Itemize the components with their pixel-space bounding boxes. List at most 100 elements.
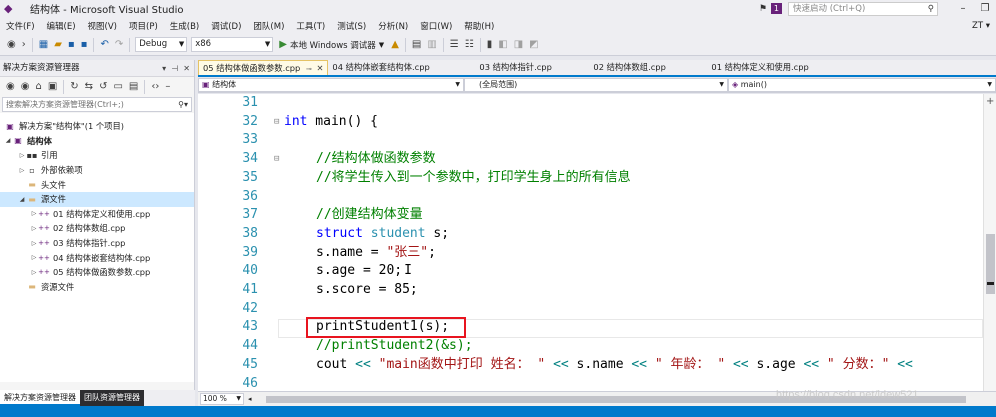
type-name: student: [370, 225, 426, 241]
expand-closed-icon[interactable]: ▷: [30, 269, 38, 276]
menu-file[interactable]: 文件(F): [0, 20, 41, 32]
member-select[interactable]: ◈ main() ▼: [728, 78, 996, 92]
quick-launch-input[interactable]: 快速启动 (Ctrl+Q) ⚲: [788, 1, 938, 16]
tab-file-02[interactable]: 02 结构体数组.cpp: [591, 60, 709, 75]
tab-team-explorer[interactable]: 团队资源管理器: [80, 390, 144, 406]
menu-analyze[interactable]: 分析(N): [372, 20, 414, 32]
expand-closed-icon[interactable]: ▷: [30, 210, 38, 217]
chevron-down-icon: ▼: [264, 40, 271, 48]
menu-project[interactable]: 项目(P): [123, 20, 164, 32]
home-icon[interactable]: ⌂: [32, 81, 44, 92]
menu-team[interactable]: 团队(M): [247, 20, 290, 32]
notification-flag-icon[interactable]: ⚑: [759, 4, 767, 14]
menu-tools[interactable]: 工具(T): [290, 20, 331, 32]
pin-icon[interactable]: ⊸: [306, 65, 312, 73]
expand-closed-icon[interactable]: ▷: [30, 254, 38, 261]
chevron-down-icon[interactable]: ▼: [379, 41, 384, 49]
global-scope-select[interactable]: (全局范围) ▼: [464, 78, 728, 92]
redo-icon[interactable]: ↷: [112, 39, 126, 50]
user-account-menu[interactable]: ZT ▾: [972, 21, 990, 31]
bookmark-icon[interactable]: ▮: [484, 39, 496, 50]
expand-closed-icon[interactable]: ▷: [18, 152, 26, 159]
collapse-all-icon[interactable]: ▭: [110, 81, 125, 92]
show-all-files-icon[interactable]: ▤: [126, 81, 141, 92]
new-project-icon[interactable]: ▦: [36, 39, 51, 50]
menu-window[interactable]: 窗口(W): [414, 20, 458, 32]
refresh-icon[interactable]: ↺: [96, 81, 110, 92]
keyword: int: [284, 113, 308, 129]
comment: //结构体做函数参数: [316, 151, 436, 167]
vertical-scrollbar[interactable]: +: [983, 94, 996, 391]
open-file-icon[interactable]: ▰: [51, 39, 65, 50]
collapse-icon[interactable]: ⊟: [274, 113, 279, 132]
menu-view[interactable]: 视图(V): [82, 20, 123, 32]
menu-build[interactable]: 生成(B): [164, 20, 205, 32]
notification-badge[interactable]: 1: [770, 3, 782, 14]
back-icon[interactable]: ◉: [3, 81, 18, 92]
expand-closed-icon[interactable]: ▷: [30, 225, 38, 232]
tab-label: 01 结构体定义和使用.cpp: [711, 62, 809, 72]
solution-search-input[interactable]: 搜索解决方案资源管理器(Ctrl+;) ⚲▾: [2, 97, 192, 112]
pending-changes-icon[interactable]: ↻: [67, 81, 81, 92]
tree-item-file[interactable]: ▷ ++ 03 结构体指针.cpp: [0, 236, 194, 251]
tree-item-file[interactable]: ▷ ++ 02 结构体数组.cpp: [0, 221, 194, 236]
solution-platform-select[interactable]: x86 ▼: [191, 37, 274, 52]
menu-help[interactable]: 帮助(H): [458, 20, 500, 32]
start-debugging-button[interactable]: ▶ 本地 Windows 调试器 ▼: [279, 39, 384, 51]
tree-item-header-files[interactable]: ▬ 头文件: [0, 177, 194, 192]
tree-item-project[interactable]: ◢ ▣ 结构体: [0, 134, 194, 149]
minimize-icon[interactable]: –: [952, 3, 974, 14]
project-scope-select[interactable]: ▣ 结构体 ▼: [198, 78, 464, 92]
tree-item-solution[interactable]: ▣ 解决方案"结构体"(1 个项目): [0, 119, 194, 134]
save-icon[interactable]: ▪: [65, 39, 78, 50]
undo-icon[interactable]: ↶: [97, 39, 111, 50]
tab-file-01[interactable]: 01 结构体定义和使用.cpp: [709, 60, 859, 75]
split-view-icon[interactable]: +: [986, 96, 994, 107]
view-code-icon[interactable]: ‹›: [148, 81, 162, 92]
expand-closed-icon[interactable]: ▷: [30, 240, 38, 247]
comment-icon[interactable]: ☰: [447, 39, 462, 50]
clear-bookmarks-icon[interactable]: ◩: [526, 39, 541, 50]
minus-icon[interactable]: –: [162, 81, 173, 92]
back-icon[interactable]: ◉: [4, 39, 19, 50]
navigation-bar: ▣ 结构体 ▼ (全局范围) ▼ ◈ main() ▼: [198, 78, 996, 93]
menu-test[interactable]: 测试(S): [331, 20, 372, 32]
menu-edit[interactable]: 编辑(E): [41, 20, 82, 32]
tree-item-file[interactable]: ▷ ++ 01 结构体定义和使用.cpp: [0, 207, 194, 222]
scroll-left-icon[interactable]: ◂: [248, 395, 252, 403]
tree-item-resource-files[interactable]: ▬ 资源文件: [0, 280, 194, 295]
menu-debug[interactable]: 调试(D): [205, 20, 247, 32]
code-editor[interactable]: 31 32 ⊟ int main() { 33 34 ⊟ //结构体做函数参数 35 //…: [198, 94, 983, 391]
tree-item-references[interactable]: ▷ ▪▪ 引用: [0, 148, 194, 163]
tree-item-source-files[interactable]: ◢ ▬ 源文件: [0, 191, 194, 207]
prev-bookmark-icon[interactable]: ◧: [495, 39, 510, 50]
sync-icon[interactable]: ⇆: [82, 81, 96, 92]
tab-file-03[interactable]: 03 结构体指针.cpp: [473, 60, 591, 75]
forward-icon[interactable]: ◉: [18, 81, 33, 92]
expand-open-icon[interactable]: ◢: [18, 196, 26, 203]
solution-configuration-select[interactable]: Debug ▼: [135, 37, 188, 52]
collapse-icon[interactable]: ⊟: [274, 150, 279, 169]
next-bookmark-icon[interactable]: ◨: [511, 39, 526, 50]
toggle-breakpoint-icon[interactable]: ▤: [409, 39, 424, 50]
expand-open-icon[interactable]: ◢: [4, 137, 12, 144]
close-icon[interactable]: ✕: [316, 63, 323, 73]
restore-icon[interactable]: ❐: [974, 3, 996, 14]
annotation-highlight-box: [306, 317, 466, 338]
save-all-icon[interactable]: ▪: [78, 39, 91, 50]
tab-file-04[interactable]: 04 结构体嵌套结构体.cpp: [328, 60, 473, 75]
tree-item-file[interactable]: ▷ ++ 04 结构体嵌套结构体.cpp: [0, 250, 194, 265]
format-icon[interactable]: ▥: [424, 39, 439, 50]
scroll-thumb[interactable]: [986, 234, 995, 294]
switch-views-icon[interactable]: ▣: [45, 81, 60, 92]
forward-icon[interactable]: ›: [19, 39, 29, 50]
fire-icon[interactable]: ▲: [388, 39, 402, 50]
panel-controls[interactable]: ▾ ⊣ ✕: [162, 60, 190, 77]
tab-file-05[interactable]: 05 结构体做函数参数.cpp ⊸ ✕: [198, 60, 329, 75]
expand-closed-icon[interactable]: ▷: [18, 167, 26, 174]
tab-solution-explorer[interactable]: 解决方案资源管理器: [0, 390, 80, 406]
zoom-select[interactable]: 100 % ▼: [200, 393, 244, 405]
uncomment-icon[interactable]: ☷: [462, 39, 477, 50]
tree-item-external-deps[interactable]: ▷ ▫ 外部依赖项: [0, 163, 194, 178]
tree-item-file[interactable]: ▷ ++ 05 结构体做函数参数.cpp: [0, 265, 194, 280]
